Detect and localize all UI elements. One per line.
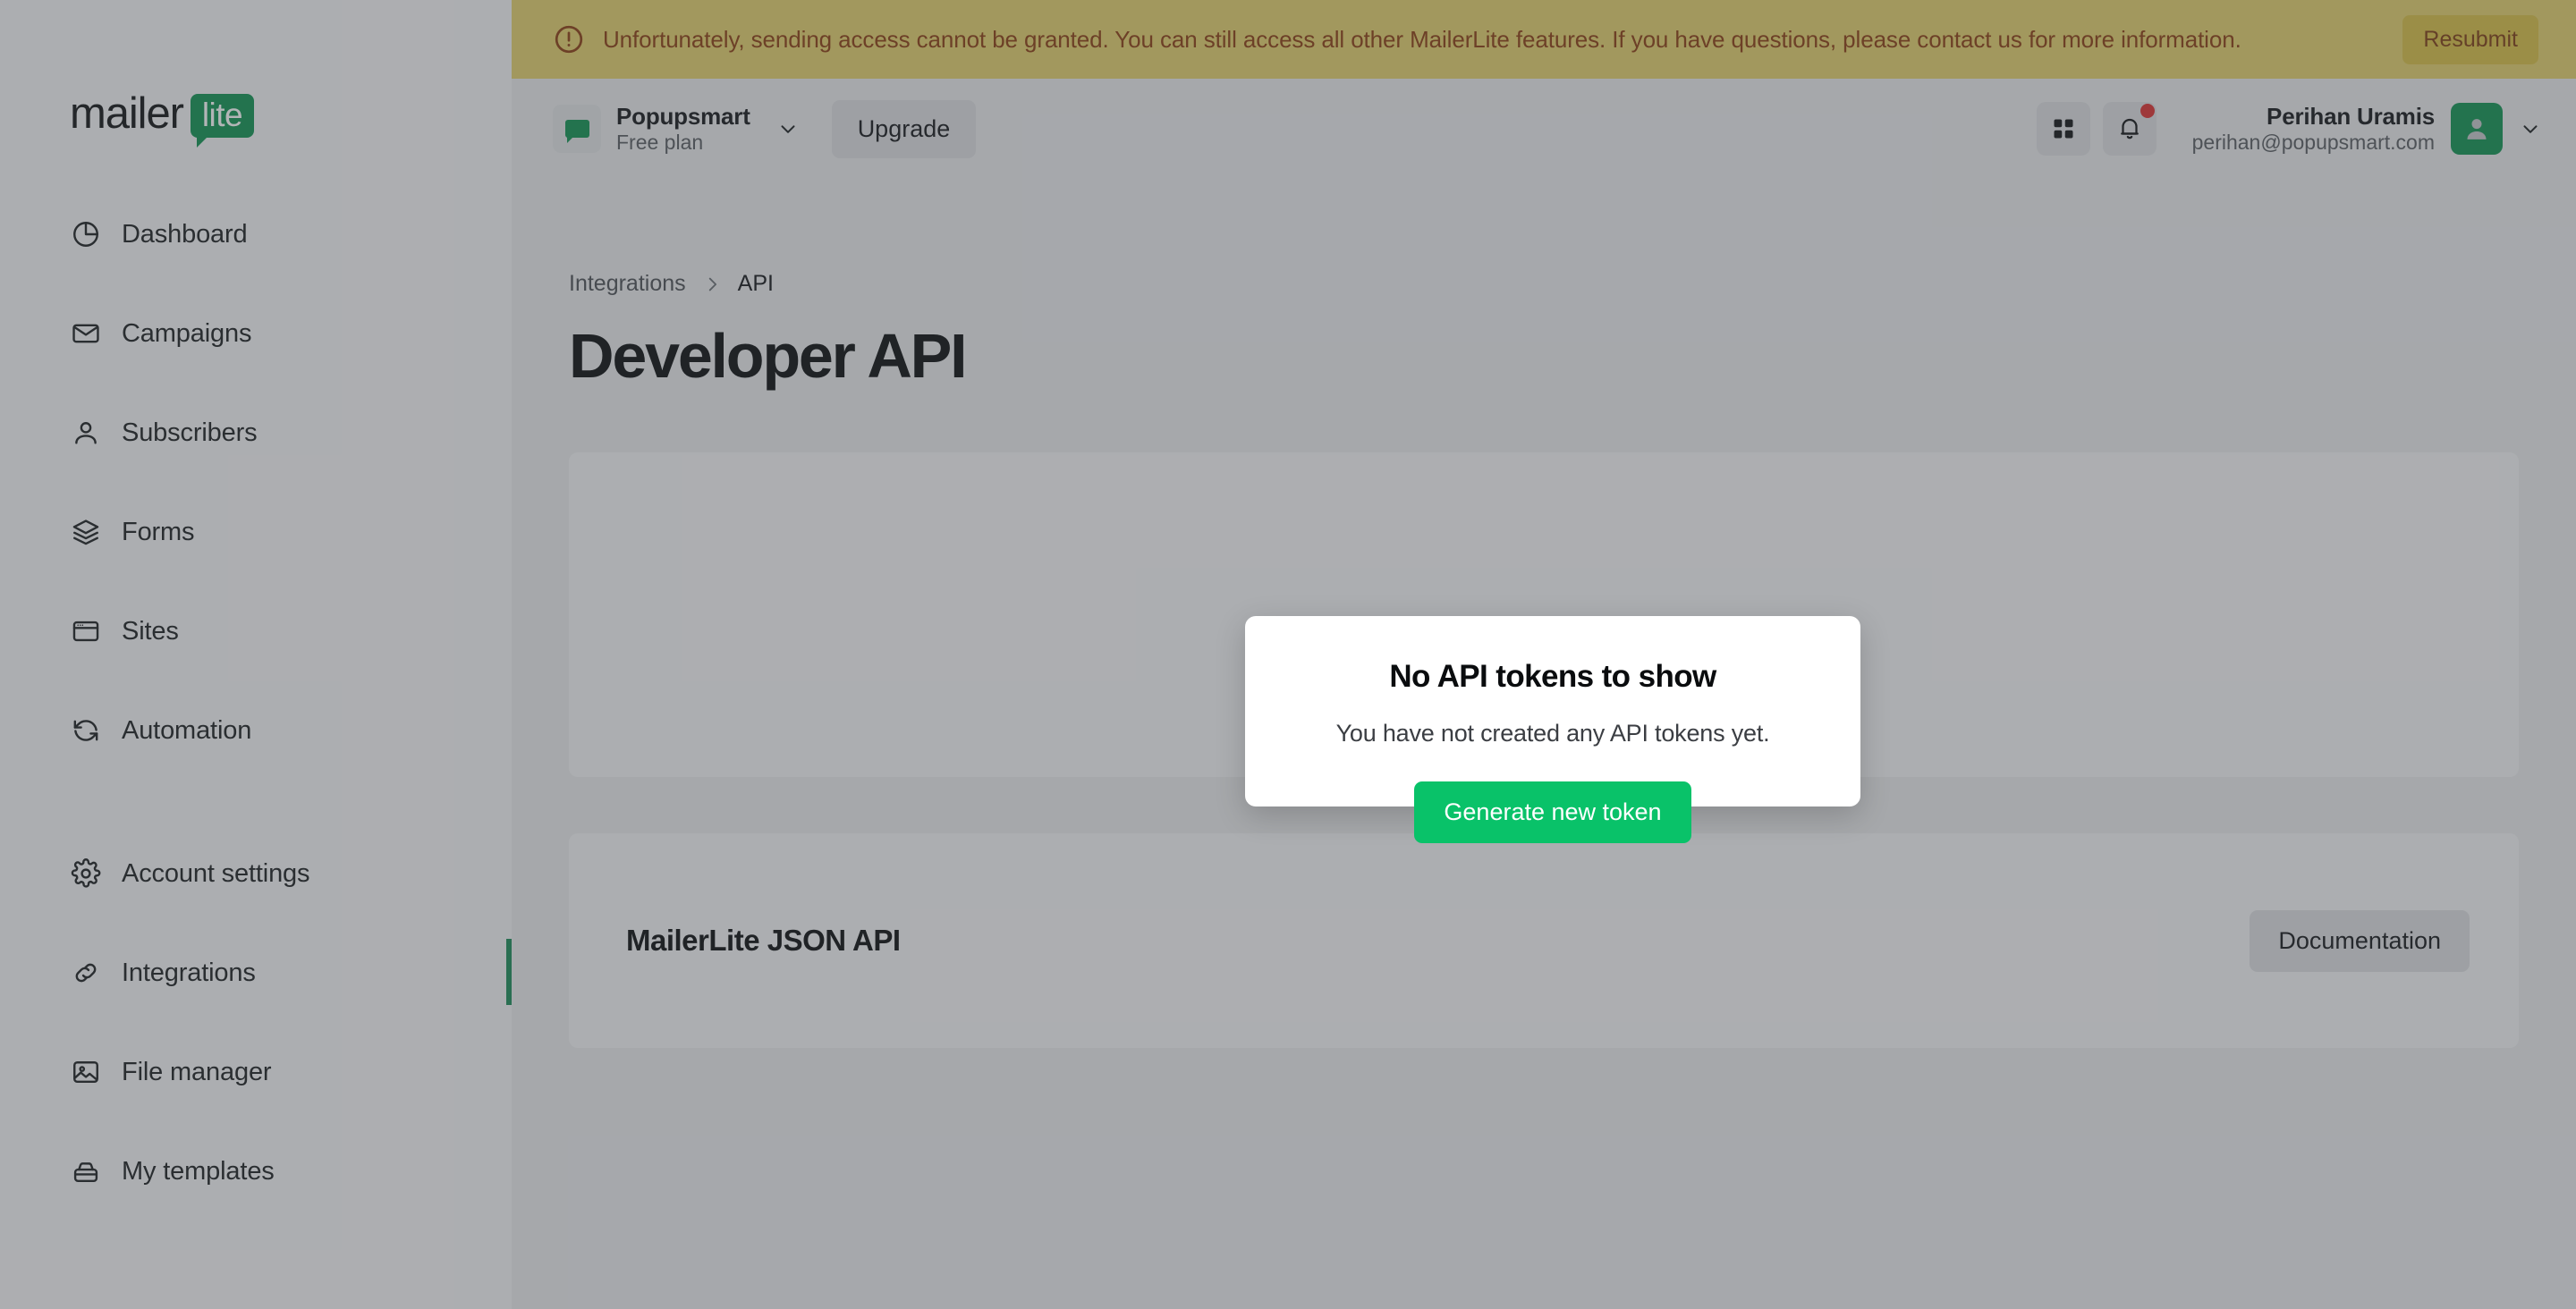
app-root: mailer lite Dashboard Campaigns Subscrib… [0,0,2576,1309]
generate-new-token-button[interactable]: Generate new token [1414,781,1691,843]
no-api-tokens-dialog: No API tokens to show You have not creat… [1245,616,1860,843]
dialog-subtitle: You have not created any API tokens yet. [1335,720,1770,747]
dialog-title: No API tokens to show [1389,659,1716,694]
